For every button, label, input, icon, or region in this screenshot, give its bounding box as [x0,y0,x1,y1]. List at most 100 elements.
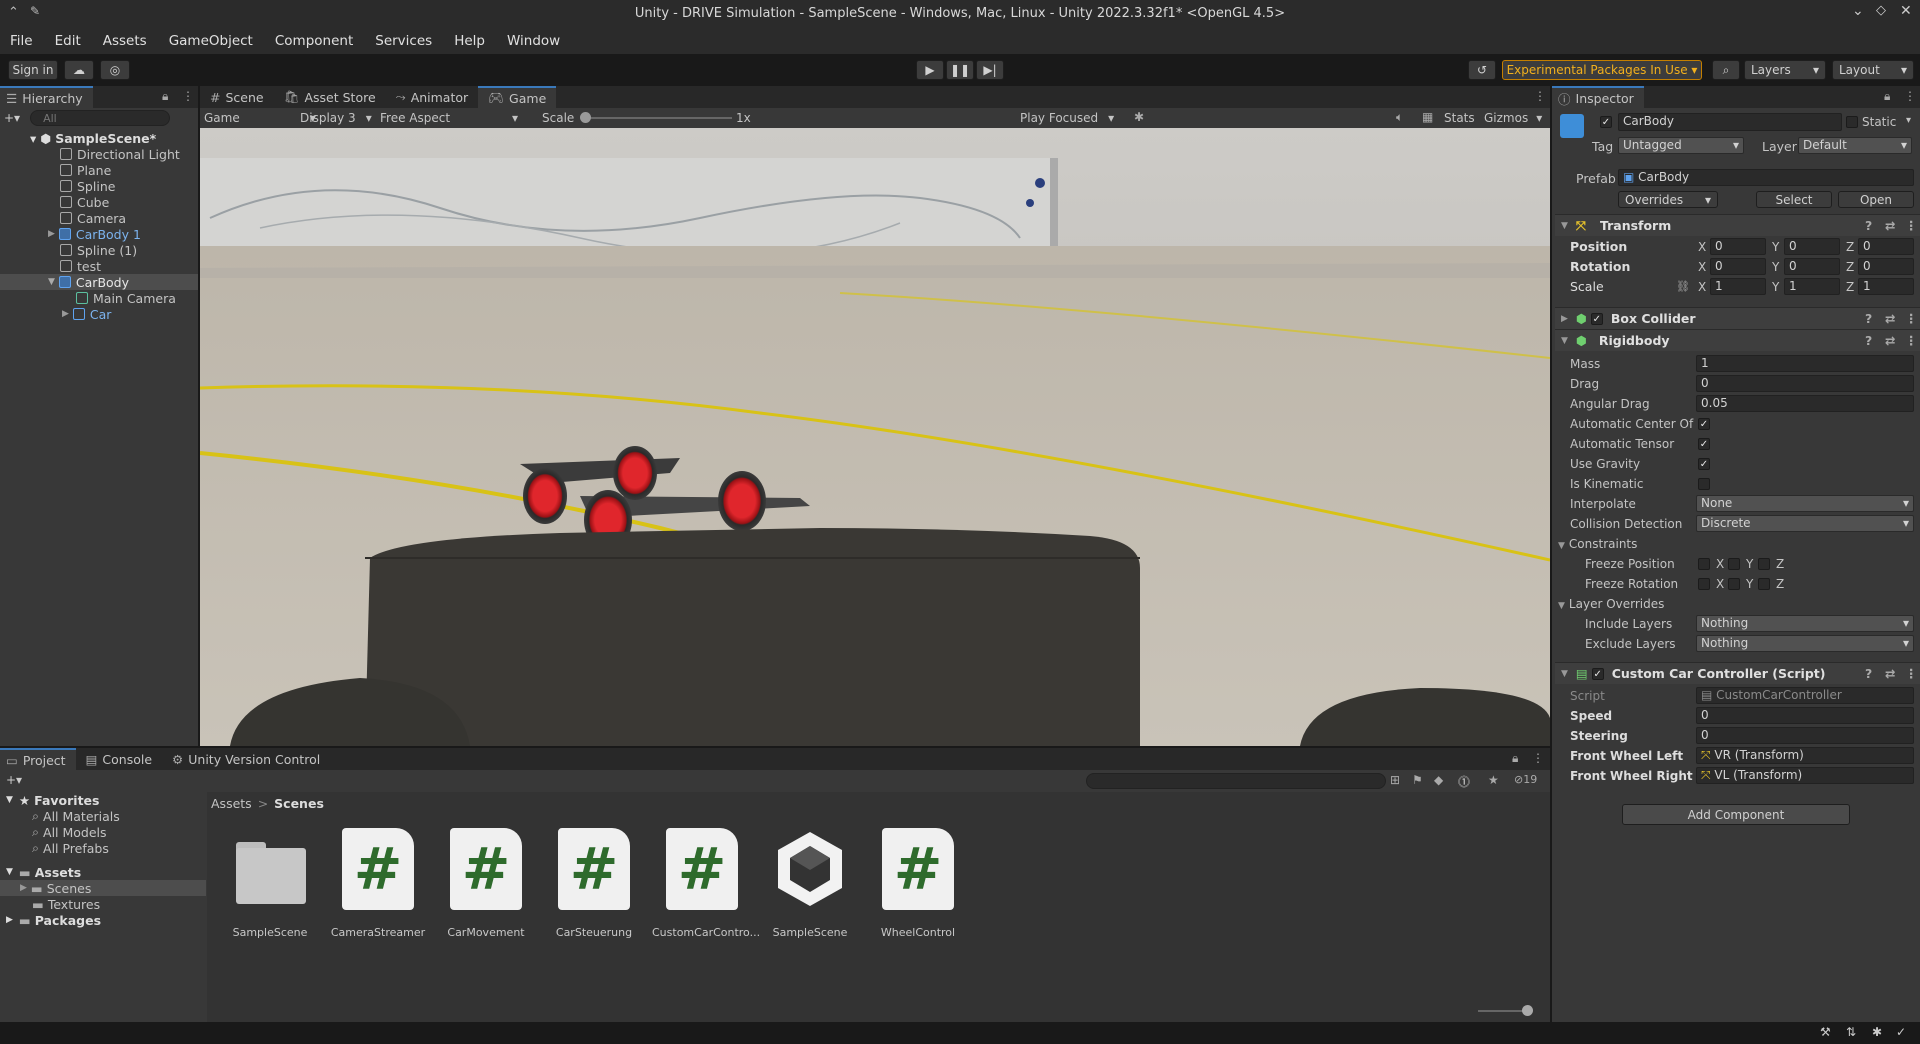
layers-dropdown[interactable]: Layers ▾ [1744,60,1826,80]
scale-slider-handle[interactable] [580,112,591,123]
overrides-dropdown[interactable]: Overrides ▾ [1618,191,1718,208]
pause-button[interactable]: ❚❚ [946,60,974,80]
position-x[interactable]: 0 [1710,238,1766,255]
tree-item[interactable]: Plane [0,162,198,178]
layer-overrides-foldout[interactable]: ▼ Layer Overrides [1558,597,1664,611]
rotation-y[interactable]: 0 [1784,258,1840,275]
step-button[interactable]: ▶| [976,60,1004,80]
include-dropdown[interactable]: Nothing ▾ [1696,615,1914,632]
tree-item[interactable]: Spline [0,178,198,194]
preset-icon[interactable]: ⇄ [1885,311,1895,326]
experimental-packages-dropdown[interactable]: Experimental Packages In Use ▾ [1502,60,1702,80]
favorites-folder[interactable]: ▼ ★ Favorites [0,792,206,808]
breadcrumb-item[interactable]: Assets [211,796,252,811]
front-wheel-left-field[interactable]: ⤧ VR (Transform) [1696,747,1914,764]
tab-project[interactable]: ▭ Project [0,748,76,770]
menu-component[interactable]: Component [275,33,353,49]
help-icon[interactable]: ? [1865,311,1872,326]
aspect-dropdown[interactable]: Free Aspect ▾ [380,111,518,125]
add-icon[interactable]: +▾ [6,773,22,787]
game-viewport[interactable] [200,128,1550,746]
breadcrumb-item[interactable]: Scenes [274,796,324,811]
hierarchy-search-input[interactable] [30,110,171,126]
tab-console[interactable]: ▤ Console [76,748,162,770]
menu-help[interactable]: Help [454,33,485,49]
add-icon[interactable]: +▾ [4,111,20,125]
mass-field[interactable]: 1 [1696,355,1914,372]
object-name-field[interactable]: CarBody [1618,113,1842,131]
scenes-folder[interactable]: ▶ ▬ Scenes [0,880,206,896]
more-icon[interactable]: ⋮ [1534,89,1546,103]
asset-item[interactable]: SampleScene [760,828,860,939]
search-by-label-icon[interactable]: ⚑ [1412,773,1423,787]
favorite-item[interactable]: ⌕ All Materials [0,808,206,824]
angular-drag-field[interactable]: 0.05 [1696,395,1914,412]
more-icon[interactable]: ⋮ [182,89,194,103]
play-focused-dropdown[interactable]: Play Focused ▾ [1020,111,1114,125]
tab-game[interactable]: 🎮︎ Game [478,86,557,108]
icon-size-slider[interactable] [1478,1010,1528,1012]
tag-dropdown[interactable]: Untagged ▾ [1618,137,1744,154]
tree-item[interactable]: Main Camera [0,290,198,306]
rotation-x[interactable]: 0 [1710,258,1766,275]
more-icon[interactable]: ⋮ [1532,751,1544,765]
rigidbody-header[interactable]: ▼ ⬢ Rigidbody? ⇄ ⋮ [1555,329,1920,351]
preset-icon[interactable]: ⇄ [1885,333,1895,348]
info-icon[interactable]: ⓵ [1458,773,1470,790]
menu-edit[interactable]: Edit [55,33,81,49]
drag-field[interactable]: 0 [1696,375,1914,392]
link-icon[interactable]: ⛓ [1676,280,1690,293]
collision-dropdown[interactable]: Discrete ▾ [1696,515,1914,532]
tree-item[interactable]: Camera [0,210,198,226]
network-icon[interactable]: ⇅ [1846,1025,1856,1039]
layout-dropdown[interactable]: Layout ▾ [1832,60,1914,80]
textures-folder[interactable]: ▬ Textures [0,896,206,912]
tree-item-prefab[interactable]: ▶ Car [0,306,198,322]
help-icon[interactable]: ? [1865,218,1872,233]
box-collider-checkbox[interactable]: ✓ [1590,312,1603,325]
grid-icon[interactable]: ▦ [1422,110,1433,124]
freeze-rot-z[interactable] [1758,578,1770,590]
menu-gameobject[interactable]: GameObject [169,33,253,49]
tree-item-selected[interactable]: ▼ CarBody [0,274,198,290]
scale-x[interactable]: 1 [1710,278,1766,295]
debug-icon[interactable]: ✱ [1872,1025,1882,1039]
position-z[interactable]: 0 [1858,238,1914,255]
hidden-packages-count[interactable]: ⊘19 [1514,773,1537,786]
more-icon[interactable]: ⋮ [1905,218,1918,233]
lock-icon[interactable]: 🔒︎ [162,89,168,104]
menu-file[interactable]: File [10,33,33,49]
more-icon[interactable]: ⋮ [1905,666,1918,681]
freeze-pos-z[interactable] [1758,558,1770,570]
tree-item[interactable]: Cube [0,194,198,210]
freeze-rot-x[interactable] [1698,578,1710,590]
check-icon[interactable]: ✓ [1896,1025,1906,1039]
asset-item[interactable]: # CarMovement [436,828,536,939]
open-button[interactable]: Open [1838,191,1914,208]
scale-slider[interactable] [582,117,732,119]
bake-icon[interactable]: ⚒ [1820,1025,1831,1039]
cloud-icon[interactable]: ☁ [64,60,94,80]
project-search-input[interactable] [1086,773,1386,789]
preset-icon[interactable]: ⇄ [1885,218,1895,233]
menu-assets[interactable]: Assets [103,33,147,49]
add-component-button[interactable]: Add Component [1622,804,1850,825]
select-button[interactable]: Select [1756,191,1832,208]
static-dropdown-icon[interactable]: ▾ [1906,115,1911,126]
script-component-header[interactable]: ▼ ▤ ✓ Custom Car Controller (Script)? ⇄ ⋮ [1555,662,1920,684]
tree-item-prefab[interactable]: ▶ CarBody 1 [0,226,198,242]
transform-header[interactable]: ▼ ⤧ Transform? ⇄ ⋮ [1555,214,1920,236]
steering-field[interactable]: 0 [1696,727,1914,744]
asset-item[interactable]: # CarSteuerung [544,828,644,939]
preset-icon[interactable]: ⇄ [1885,666,1895,681]
tab-hierarchy[interactable]: ☰ Hierarchy [0,86,93,108]
lock-icon[interactable]: 🔒︎ [1512,751,1518,766]
exclude-dropdown[interactable]: Nothing ▾ [1696,635,1914,652]
scale-y[interactable]: 1 [1784,278,1840,295]
search-icon[interactable]: ⌕ [1712,60,1740,80]
asset-item[interactable]: # CustomCarContro... [652,828,760,939]
menu-window[interactable]: Window [507,33,560,49]
audio-icon[interactable]: 🔈︎ [1396,110,1403,125]
active-checkbox[interactable]: ✓ [1600,116,1612,128]
layer-dropdown[interactable]: Default ▾ [1798,137,1912,154]
